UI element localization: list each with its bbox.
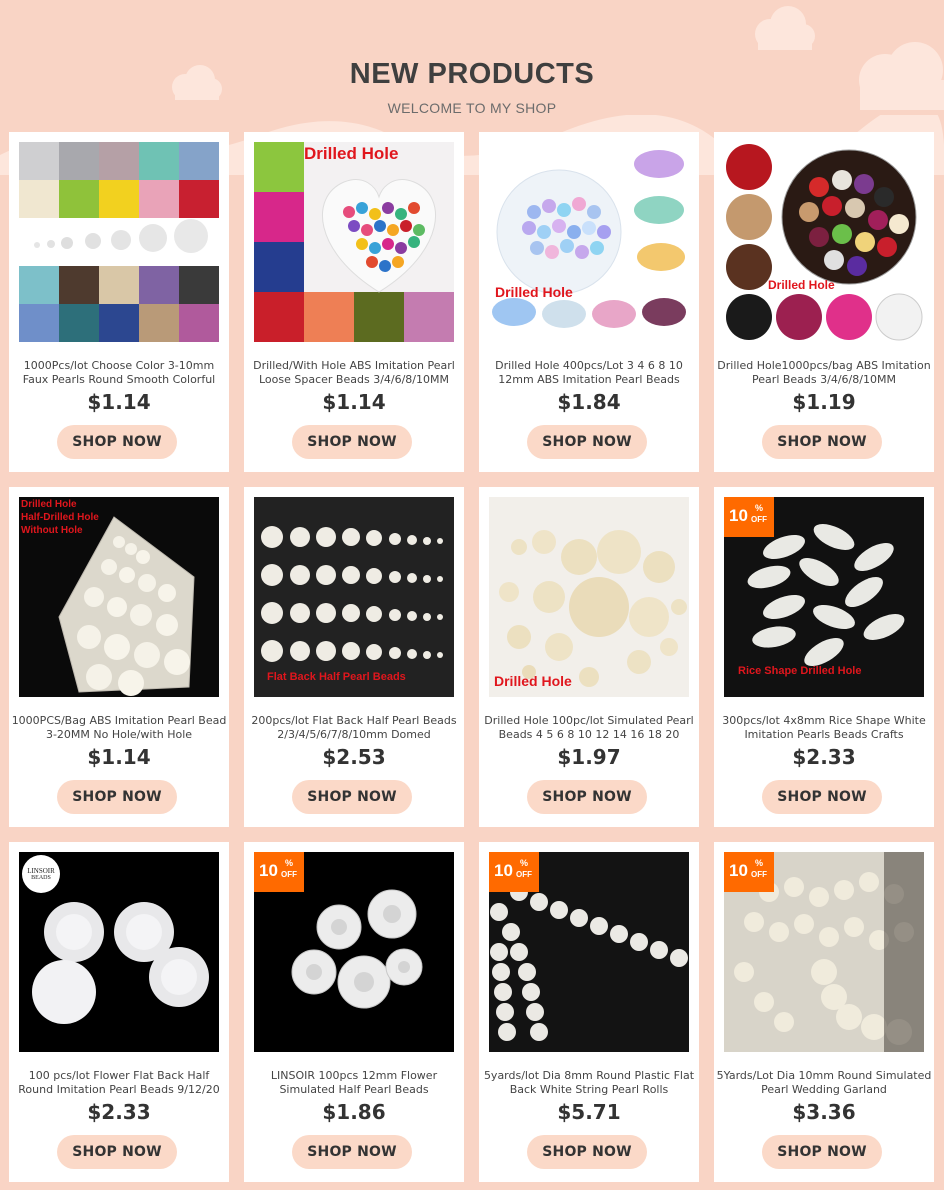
cream-pearls-icon [489,497,689,697]
product-image[interactable]: 10 % OFF Rice Shape Drilled Hole [724,497,924,697]
pearl-color-grid-icon [19,142,219,342]
product-card[interactable]: 10 % OFF 5Yards/Lot Dia 10mm Round Simul… [714,842,934,1182]
product-card[interactable]: Drilled Hole Drilled/With Hole ABS Imita… [244,132,464,472]
shop-now-button[interactable]: SHOP NOW [762,780,882,814]
product-title[interactable]: Drilled Hole 100pc/lot Simulated Pearl B… [481,714,697,744]
product-title[interactable]: LINSOIR 100pcs 12mm Flower Simulated Hal… [246,1069,462,1099]
shop-now-button[interactable]: SHOP NOW [57,1135,177,1169]
product-image[interactable]: 10 % OFF [489,852,689,1052]
product-image[interactable]: Flat Back Half Pearl Beads [254,497,454,697]
discount-number: 10 [729,506,748,525]
product-title[interactable]: 300pcs/lot 4x8mm Rice Shape White Imitat… [716,714,932,744]
product-image[interactable]: 10 % OFF [724,852,924,1052]
product-image[interactable]: Drilled Hole [724,142,924,342]
discount-number: 10 [494,861,513,880]
image-overlay-label: Drilled Hole [304,144,399,163]
product-image[interactable]: Drilled Hole [489,497,689,697]
product-price: $1.14 [87,390,151,414]
product-card[interactable]: LINSOIR BEADS 100 pcs/lot Flower Flat Ba… [9,842,229,1182]
product-card[interactable]: 10 % OFF 5yards/lot Dia 8mm Round Plasti… [479,842,699,1182]
product-image[interactable]: Drilled Hole Half-Drilled Hole Without H… [19,497,219,697]
product-card[interactable]: Drilled Hole Drilled Hole 400pcs/Lot 3 4… [479,132,699,472]
product-title[interactable]: 1000PCS/Bag ABS Imitation Pearl Bead 3-2… [11,714,227,744]
product-image[interactable]: Drilled Hole [489,142,689,342]
product-card[interactable]: 10 % OFF Rice Shape Drilled Hole 300pcs/… [714,487,934,827]
product-price: $1.14 [87,745,151,769]
shop-now-button[interactable]: SHOP NOW [762,1135,882,1169]
image-overlay-label: Drilled Hole [494,673,572,689]
image-overlay-label-line1: Drilled Hole [21,499,77,510]
product-image[interactable]: 10 % OFF [254,852,454,1052]
colored-pearls-circle-icon [724,142,924,342]
shop-now-button[interactable]: SHOP NOW [527,780,647,814]
product-image[interactable]: LINSOIR BEADS [19,852,219,1052]
product-card[interactable]: Flat Back Half Pearl Beads 200pcs/lot Fl… [244,487,464,827]
product-title[interactable]: 5Yards/Lot Dia 10mm Round Simulated Pear… [716,1069,932,1099]
discount-number: 10 [259,861,278,880]
product-card[interactable]: Drilled Hole Half-Drilled Hole Without H… [9,487,229,827]
discount-badge: 10 % OFF [254,852,304,892]
heart-bowl-pearls-icon [254,142,454,342]
shop-now-button[interactable]: SHOP NOW [292,1135,412,1169]
page-title: NEW PRODUCTS [349,58,595,90]
discount-percent: % [285,858,294,868]
product-grid: 1000Pcs/lot Choose Color 3-10mm Faux Pea… [9,132,935,1182]
product-image[interactable] [19,142,219,342]
pastel-pearls-icon [489,142,689,342]
product-price: $1.14 [322,390,386,414]
brand-logo: LINSOIR BEADS [22,855,60,893]
shop-now-button[interactable]: SHOP NOW [527,1135,647,1169]
product-card[interactable]: Drilled Hole Drilled Hole 100pc/lot Simu… [479,487,699,827]
product-price: $1.86 [322,1100,386,1124]
discount-number: 10 [729,861,748,880]
image-overlay-label: Flat Back Half Pearl Beads [267,671,406,683]
product-card[interactable]: Drilled Hole Drilled Hole1000pcs/bag ABS… [714,132,934,472]
product-card[interactable]: 10 % OFF LINSOIR 100pcs 12mm Flower Simu… [244,842,464,1182]
half-pearls-rows-icon [254,497,454,697]
discount-percent: % [755,503,764,513]
discount-badge: 10 % OFF [724,852,774,892]
product-price: $1.84 [557,390,621,414]
discount-off: OFF [281,870,297,879]
image-overlay-label: Drilled Hole [768,278,835,292]
product-title[interactable]: 100 pcs/lot Flower Flat Back Half Round … [11,1069,227,1099]
page-subtitle: WELCOME TO MY SHOP [387,100,557,116]
discount-percent: % [520,858,529,868]
discount-off: OFF [751,515,767,524]
shop-now-button[interactable]: SHOP NOW [57,780,177,814]
cloud-decoration-icon [755,6,815,50]
discount-off: OFF [751,870,767,879]
shop-now-button[interactable]: SHOP NOW [57,425,177,459]
discount-percent: % [755,858,764,868]
shop-now-button[interactable]: SHOP NOW [292,780,412,814]
product-price: $1.97 [557,745,621,769]
discount-badge: 10 % OFF [724,497,774,537]
shop-now-button[interactable]: SHOP NOW [762,425,882,459]
product-price: $1.19 [792,390,856,414]
discount-badge: 10 % OFF [489,852,539,892]
product-title[interactable]: Drilled Hole1000pcs/bag ABS Imitation Pe… [716,359,932,389]
product-price: $2.53 [322,745,386,769]
product-price: $5.71 [557,1100,621,1124]
product-title[interactable]: Drilled/With Hole ABS Imitation Pearl Lo… [246,359,462,389]
product-title[interactable]: 1000Pcs/lot Choose Color 3-10mm Faux Pea… [11,359,227,389]
discount-off: OFF [516,870,532,879]
product-card[interactable]: 1000Pcs/lot Choose Color 3-10mm Faux Pea… [9,132,229,472]
product-title[interactable]: Drilled Hole 400pcs/Lot 3 4 6 8 10 12mm … [481,359,697,389]
image-overlay-label-line3: Without Hole [21,525,83,536]
product-price: $2.33 [792,745,856,769]
image-overlay-label: Drilled Hole [495,284,573,300]
product-image[interactable]: Drilled Hole [254,142,454,342]
product-price: $3.36 [792,1100,856,1124]
image-overlay-label-line2: Half-Drilled Hole [21,512,99,523]
shop-now-button[interactable]: SHOP NOW [292,425,412,459]
product-title[interactable]: 5yards/lot Dia 8mm Round Plastic Flat Ba… [481,1069,697,1099]
brand-logo-line2: BEADS [31,875,51,881]
shop-now-button[interactable]: SHOP NOW [527,425,647,459]
product-title[interactable]: 200pcs/lot Flat Back Half Pearl Beads 2/… [246,714,462,744]
image-overlay-label: Rice Shape Drilled Hole [738,665,862,677]
product-price: $2.33 [87,1100,151,1124]
brand-logo-line1: LINSOIR [27,867,55,875]
